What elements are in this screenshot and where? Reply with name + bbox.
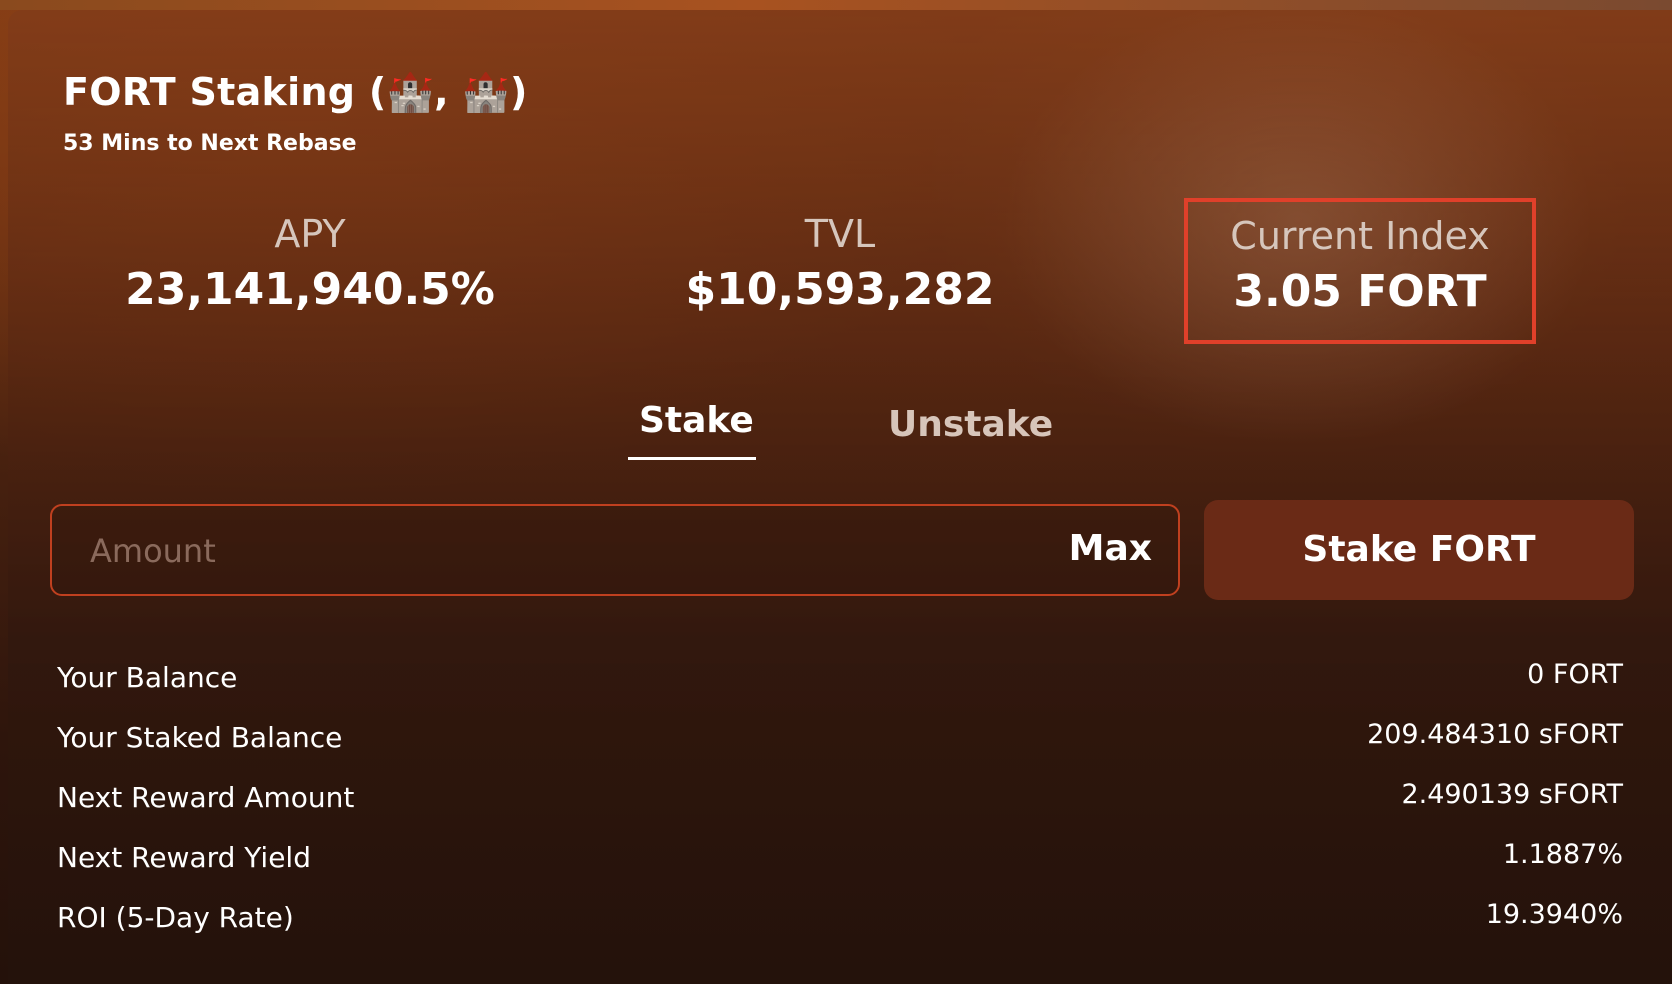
apy-label: APY bbox=[274, 212, 346, 256]
rebase-countdown: 53 Mins to Next Rebase bbox=[63, 131, 357, 156]
stake-fort-button[interactable]: Stake FORT bbox=[1204, 500, 1634, 600]
current-index-metric: Current Index 3.05 FORT bbox=[1184, 198, 1536, 344]
tab-unstake[interactable]: Unstake bbox=[888, 404, 1053, 445]
stat-row: Next Reward Amount 2.490139 sFORT bbox=[57, 775, 1623, 835]
active-tab-indicator bbox=[628, 457, 756, 460]
current-index-value: 3.05 FORT bbox=[1233, 266, 1487, 317]
tvl-metric: TVL $10,593,282 bbox=[630, 210, 1050, 320]
tvl-value: $10,593,282 bbox=[685, 264, 995, 315]
stat-label: ROI (5-Day Rate) bbox=[57, 901, 294, 934]
tvl-label: TVL bbox=[804, 212, 876, 256]
apy-metric: APY 23,141,940.5% bbox=[100, 210, 520, 320]
stat-row: Your Balance 0 FORT bbox=[57, 655, 1623, 715]
apy-value: 23,141,940.5% bbox=[125, 264, 495, 315]
stat-value: 2.490139 sFORT bbox=[1401, 779, 1623, 810]
stat-value: 1.1887% bbox=[1502, 839, 1623, 870]
stat-label: Next Reward Amount bbox=[57, 781, 355, 814]
stat-row: ROI (5-Day Rate) 19.3940% bbox=[57, 895, 1623, 955]
amount-field: Max bbox=[50, 504, 1180, 596]
tab-stake[interactable]: Stake bbox=[639, 400, 754, 441]
stat-label: Your Staked Balance bbox=[57, 721, 343, 754]
current-index-label: Current Index bbox=[1230, 214, 1490, 258]
max-button[interactable]: Max bbox=[1069, 528, 1152, 569]
top-strip bbox=[0, 0, 1672, 10]
stat-row: Your Staked Balance 209.484310 sFORT bbox=[57, 715, 1623, 775]
stat-value: 19.3940% bbox=[1485, 899, 1623, 930]
stat-value: 0 FORT bbox=[1527, 659, 1623, 690]
page-title: FORT Staking (🏰, 🏰) bbox=[63, 70, 528, 114]
stat-row: Next Reward Yield 1.1887% bbox=[57, 835, 1623, 895]
amount-input[interactable] bbox=[88, 506, 992, 596]
stat-value: 209.484310 sFORT bbox=[1367, 719, 1623, 750]
stat-label: Next Reward Yield bbox=[57, 841, 311, 874]
stat-label: Your Balance bbox=[57, 661, 238, 694]
staking-stats: Your Balance 0 FORT Your Staked Balance … bbox=[57, 655, 1623, 955]
